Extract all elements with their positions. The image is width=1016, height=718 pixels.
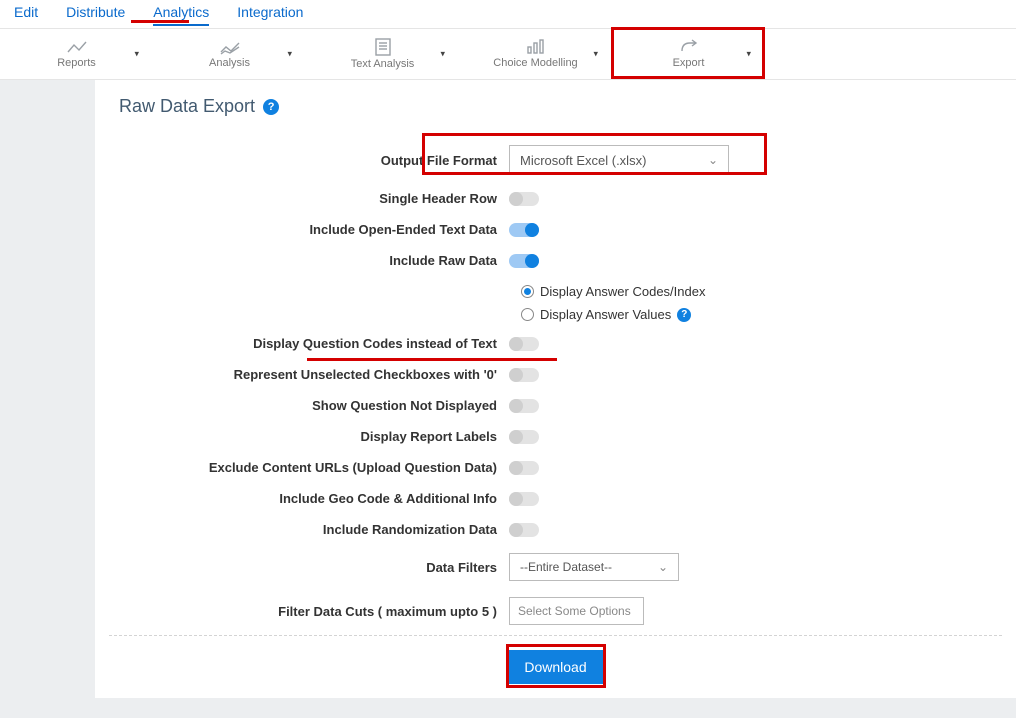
q-codes-label: Display Question Codes instead of Text bbox=[119, 336, 509, 351]
cuts-multiselect[interactable]: Select Some Options bbox=[509, 597, 644, 625]
cuts-label: Filter Data Cuts ( maximum upto 5 ) bbox=[119, 604, 509, 619]
text-analysis-icon bbox=[374, 38, 392, 56]
radio-values[interactable] bbox=[521, 308, 534, 321]
toolbar-choice-modelling-label: Choice Modelling bbox=[493, 57, 577, 69]
radio-values-label: Display Answer Values bbox=[540, 307, 671, 322]
toolbar-reports[interactable]: Reports ▾ bbox=[0, 29, 153, 79]
caret-icon: ▾ bbox=[593, 49, 598, 60]
random-toggle[interactable] bbox=[509, 523, 539, 537]
answer-display-group: Display Answer Codes/Index Display Answe… bbox=[521, 284, 992, 322]
not-displayed-label: Show Question Not Displayed bbox=[119, 398, 509, 413]
nav-distribute[interactable]: Distribute bbox=[66, 4, 125, 26]
annotation-underline bbox=[307, 358, 557, 361]
analytics-toolbar: Reports ▾ Analysis ▾ Text Analysis ▾ Cho… bbox=[0, 28, 1016, 80]
raw-data-toggle[interactable] bbox=[509, 254, 539, 268]
radio-codes[interactable] bbox=[521, 285, 534, 298]
caret-icon: ▾ bbox=[134, 49, 139, 60]
filters-select[interactable]: --Entire Dataset-- ⌄ bbox=[509, 553, 679, 581]
chevron-down-icon: ⌄ bbox=[658, 560, 668, 574]
random-label: Include Randomization Data bbox=[119, 522, 509, 537]
export-icon bbox=[678, 39, 700, 55]
help-icon[interactable]: ? bbox=[677, 308, 691, 322]
caret-icon: ▾ bbox=[287, 49, 292, 60]
open-ended-label: Include Open-Ended Text Data bbox=[119, 222, 509, 237]
geo-label: Include Geo Code & Additional Info bbox=[119, 491, 509, 506]
toolbar-analysis-label: Analysis bbox=[209, 57, 250, 69]
radio-codes-row[interactable]: Display Answer Codes/Index bbox=[521, 284, 992, 299]
output-format-value: Microsoft Excel (.xlsx) bbox=[520, 153, 646, 168]
radio-codes-label: Display Answer Codes/Index bbox=[540, 284, 705, 299]
toolbar-choice-modelling[interactable]: Choice Modelling ▾ bbox=[459, 29, 612, 79]
toolbar-reports-label: Reports bbox=[57, 57, 96, 69]
caret-icon: ▾ bbox=[746, 49, 751, 60]
single-header-label: Single Header Row bbox=[119, 191, 509, 206]
toolbar-text-analysis-label: Text Analysis bbox=[351, 58, 415, 70]
export-form: Output File Format Microsoft Excel (.xls… bbox=[119, 145, 992, 684]
geo-toggle[interactable] bbox=[509, 492, 539, 506]
chevron-down-icon: ⌄ bbox=[708, 153, 718, 167]
toolbar-text-analysis[interactable]: Text Analysis ▾ bbox=[306, 29, 459, 79]
caret-icon: ▾ bbox=[440, 49, 445, 60]
help-icon[interactable]: ? bbox=[263, 99, 279, 115]
radio-values-row[interactable]: Display Answer Values ? bbox=[521, 307, 992, 322]
report-labels-toggle[interactable] bbox=[509, 430, 539, 444]
content-area: Raw Data Export ? Output File Format Mic… bbox=[0, 80, 1016, 718]
unselected-label: Represent Unselected Checkboxes with '0' bbox=[119, 367, 509, 382]
single-header-toggle[interactable] bbox=[509, 192, 539, 206]
divider bbox=[109, 635, 1002, 636]
analysis-icon bbox=[219, 39, 241, 55]
reports-icon bbox=[66, 39, 88, 55]
open-ended-toggle[interactable] bbox=[509, 223, 539, 237]
choice-modelling-icon bbox=[525, 39, 547, 55]
toolbar-export[interactable]: Export ▾ bbox=[612, 29, 765, 79]
top-nav: Edit Distribute Analytics Integration bbox=[0, 0, 1016, 28]
output-format-label: Output File Format bbox=[119, 153, 509, 168]
q-codes-toggle[interactable] bbox=[509, 337, 539, 351]
report-labels-label: Display Report Labels bbox=[119, 429, 509, 444]
exclude-urls-label: Exclude Content URLs (Upload Question Da… bbox=[119, 460, 509, 475]
annotation-underline bbox=[131, 20, 189, 23]
page-title-text: Raw Data Export bbox=[119, 96, 255, 117]
nav-integration[interactable]: Integration bbox=[237, 4, 303, 26]
nav-edit[interactable]: Edit bbox=[14, 4, 38, 26]
cuts-placeholder: Select Some Options bbox=[518, 604, 631, 618]
filters-value: --Entire Dataset-- bbox=[520, 560, 612, 574]
export-panel: Raw Data Export ? Output File Format Mic… bbox=[95, 80, 1016, 698]
output-format-select[interactable]: Microsoft Excel (.xlsx) ⌄ bbox=[509, 145, 729, 175]
filters-label: Data Filters bbox=[119, 560, 509, 575]
not-displayed-toggle[interactable] bbox=[509, 399, 539, 413]
toolbar-analysis[interactable]: Analysis ▾ bbox=[153, 29, 306, 79]
toolbar-export-label: Export bbox=[673, 57, 705, 69]
exclude-urls-toggle[interactable] bbox=[509, 461, 539, 475]
unselected-toggle[interactable] bbox=[509, 368, 539, 382]
page-title: Raw Data Export ? bbox=[119, 96, 992, 117]
download-button[interactable]: Download bbox=[506, 650, 604, 684]
raw-data-label: Include Raw Data bbox=[119, 253, 509, 268]
